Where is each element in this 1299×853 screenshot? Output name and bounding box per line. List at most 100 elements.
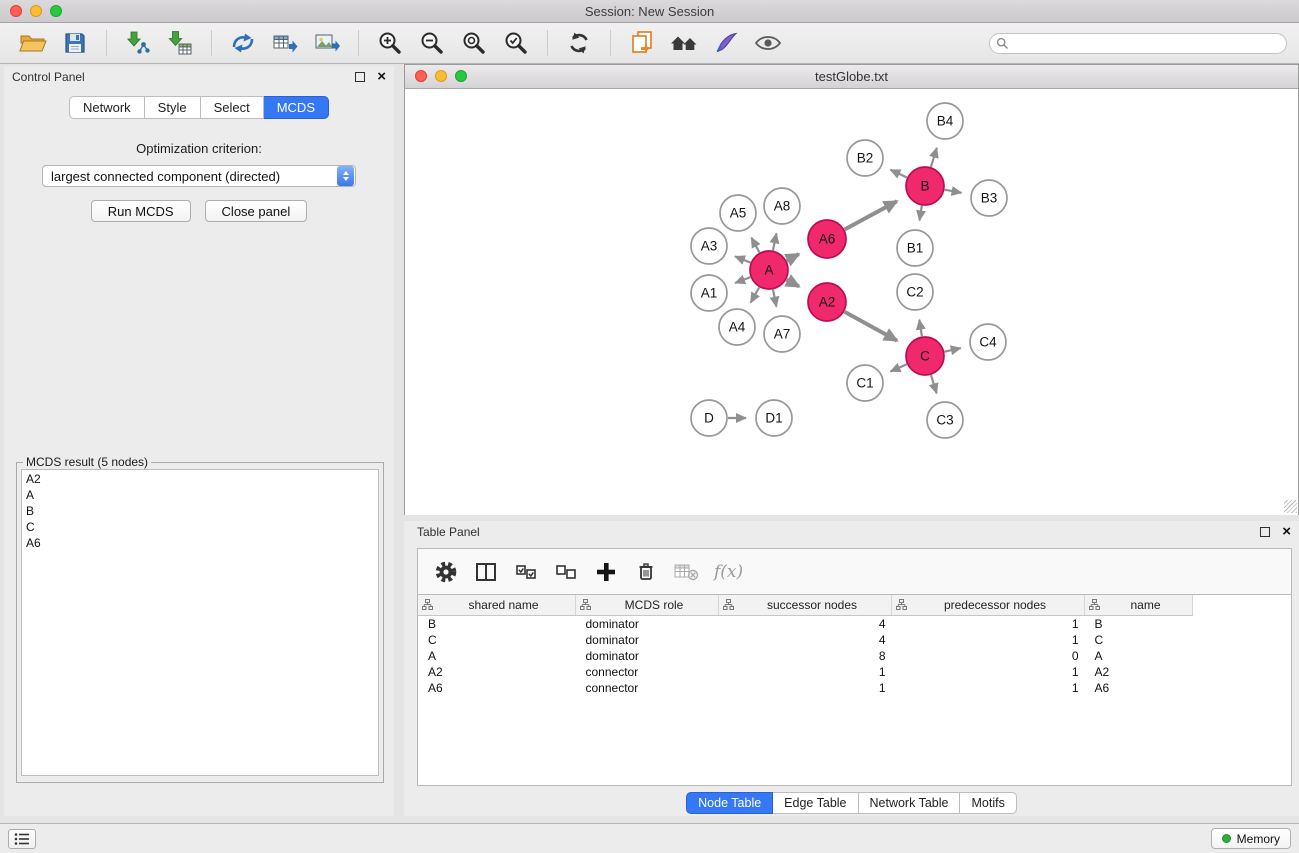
table-cell[interactable]: 1 xyxy=(892,632,1085,648)
table-cell[interactable]: C xyxy=(418,632,576,648)
close-panel-button[interactable]: Close panel xyxy=(205,200,308,222)
table-row[interactable]: A2connector11A2 xyxy=(418,664,1193,680)
export-image-icon[interactable] xyxy=(310,26,344,60)
save-session-icon[interactable] xyxy=(58,26,92,60)
resize-handle[interactable] xyxy=(1284,500,1297,513)
minimize-network-window-icon[interactable] xyxy=(435,70,447,82)
table-row[interactable]: Cdominator41C xyxy=(418,632,1193,648)
column-header-shared-name[interactable]: shared name xyxy=(418,595,576,616)
tab-edge-table[interactable]: Edge Table xyxy=(773,792,858,814)
zoom-in-icon[interactable] xyxy=(373,26,407,60)
graph-edge-B-B4[interactable] xyxy=(931,148,937,167)
float-panel-icon[interactable] xyxy=(355,72,365,82)
close-panel-icon[interactable]: × xyxy=(377,71,386,83)
table-row[interactable]: A6connector11A6 xyxy=(418,680,1193,696)
graph-edge-A-A2[interactable] xyxy=(787,280,800,287)
graph-node-C1[interactable]: C1 xyxy=(847,365,883,401)
table-cell[interactable]: 1 xyxy=(892,680,1085,696)
mcds-result-item[interactable]: B xyxy=(22,503,378,519)
graph-node-B1[interactable]: B1 xyxy=(897,230,933,266)
column-header-predecessor-nodes[interactable]: predecessor nodes xyxy=(892,595,1085,616)
deselect-all-columns-icon[interactable] xyxy=(550,556,582,588)
delete-column-icon[interactable] xyxy=(630,556,662,588)
graph-node-A6[interactable]: A6 xyxy=(808,220,846,258)
run-mcds-button[interactable]: Run MCDS xyxy=(91,200,191,222)
create-column-icon[interactable] xyxy=(590,556,622,588)
export-network-icon[interactable] xyxy=(226,26,260,60)
mcds-result-list[interactable]: A2ABCA6 xyxy=(21,469,379,776)
graph-edge-C-C2[interactable] xyxy=(919,320,922,337)
graph-edge-A-A4[interactable] xyxy=(751,287,760,302)
table-cell[interactable]: connector xyxy=(576,664,719,680)
graph-node-A1[interactable]: A1 xyxy=(691,275,727,311)
table-cell[interactable]: B xyxy=(418,616,576,633)
task-history-icon[interactable] xyxy=(8,829,36,849)
graph-node-A5[interactable]: A5 xyxy=(720,195,756,231)
close-table-panel-icon[interactable]: × xyxy=(1282,526,1291,538)
float-table-panel-icon[interactable] xyxy=(1260,527,1270,537)
close-window-icon[interactable] xyxy=(10,5,22,17)
table-cell[interactable]: 1 xyxy=(719,664,892,680)
table-cell[interactable]: 8 xyxy=(719,648,892,664)
graph-edge-B-B2[interactable] xyxy=(890,170,907,178)
import-network-icon[interactable] xyxy=(121,26,155,60)
mcds-result-item[interactable]: A xyxy=(22,487,378,503)
column-header-successor-nodes[interactable]: successor nodes xyxy=(719,595,892,616)
graph-edge-A2-C[interactable] xyxy=(845,312,898,341)
table-cell[interactable]: connector xyxy=(576,680,719,696)
first-neighbors-icon[interactable] xyxy=(667,26,701,60)
graph-edge-A6-B[interactable] xyxy=(845,201,897,229)
annotations-icon[interactable] xyxy=(709,26,743,60)
mcds-result-item[interactable]: A2 xyxy=(22,471,378,487)
table-cell[interactable]: dominator xyxy=(576,648,719,664)
tab-network-table[interactable]: Network Table xyxy=(859,792,961,814)
graph-node-D1[interactable]: D1 xyxy=(756,400,792,436)
tab-motifs[interactable]: Motifs xyxy=(960,792,1016,814)
graph-node-C4[interactable]: C4 xyxy=(970,324,1006,360)
graph-node-A8[interactable]: A8 xyxy=(764,188,800,224)
minimize-window-icon[interactable] xyxy=(30,5,42,17)
graph-node-A2[interactable]: A2 xyxy=(808,283,846,321)
tab-node-table[interactable]: Node Table xyxy=(686,792,773,814)
graph-node-A3[interactable]: A3 xyxy=(691,228,727,264)
graph-node-B4[interactable]: B4 xyxy=(927,103,963,139)
table-row[interactable]: Bdominator41B xyxy=(418,616,1193,633)
show-columns-icon[interactable] xyxy=(470,556,502,588)
graph-node-A4[interactable]: A4 xyxy=(719,309,755,345)
select-all-columns-icon[interactable] xyxy=(510,556,542,588)
copy-view-icon[interactable] xyxy=(625,26,659,60)
table-cell[interactable]: 1 xyxy=(719,680,892,696)
zoom-out-icon[interactable] xyxy=(415,26,449,60)
close-network-window-icon[interactable] xyxy=(415,70,427,82)
graph-edge-A-A3[interactable] xyxy=(735,256,750,262)
tab-network[interactable]: Network xyxy=(69,96,145,119)
table-cell[interactable]: 0 xyxy=(892,648,1085,664)
graphics-details-icon[interactable] xyxy=(751,26,785,60)
table-cell[interactable]: 4 xyxy=(719,616,892,633)
graph-node-A[interactable]: A xyxy=(750,251,788,289)
graph-edge-C-C1[interactable] xyxy=(891,364,907,371)
search-input[interactable] xyxy=(989,33,1287,54)
graph-node-B2[interactable]: B2 xyxy=(847,140,883,176)
table-cell[interactable]: A6 xyxy=(418,680,576,696)
table-cell[interactable]: dominator xyxy=(576,632,719,648)
table-cell[interactable]: A2 xyxy=(418,664,576,680)
graph-node-C[interactable]: C xyxy=(906,337,944,375)
zoom-fit-icon[interactable] xyxy=(457,26,491,60)
table-cell[interactable]: C xyxy=(1085,632,1193,648)
zoom-network-window-icon[interactable] xyxy=(455,70,467,82)
table-cell[interactable]: A xyxy=(418,648,576,664)
graph-edge-C-C3[interactable] xyxy=(931,375,937,393)
table-cell[interactable]: A2 xyxy=(1085,664,1193,680)
table-row[interactable]: Adominator80A xyxy=(418,648,1193,664)
table-cell[interactable]: B xyxy=(1085,616,1193,633)
graph-node-C3[interactable]: C3 xyxy=(927,402,963,438)
graph-node-D[interactable]: D xyxy=(691,400,727,436)
graph-node-C2[interactable]: C2 xyxy=(897,274,933,310)
table-settings-gear-icon[interactable] xyxy=(430,556,462,588)
table-cell[interactable]: dominator xyxy=(576,616,719,633)
table-cell[interactable]: A xyxy=(1085,648,1193,664)
zoom-selected-icon[interactable] xyxy=(499,26,533,60)
network-canvas[interactable]: B4B2BB3A5A8A6B1A3AC2A1A2A4A7C4CC1C3DD1 xyxy=(405,89,1298,515)
network-window-titlebar[interactable]: testGlobe.txt xyxy=(405,65,1298,89)
